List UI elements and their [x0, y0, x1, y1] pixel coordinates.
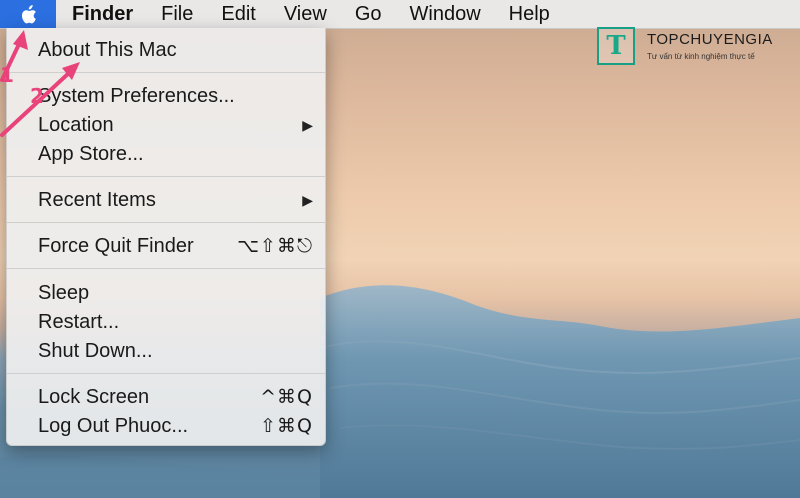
menu-item-app-store[interactable]: App Store...	[7, 140, 325, 168]
keyboard-shortcut: ⇧⌘Q	[260, 415, 313, 437]
menu-separator	[7, 176, 325, 177]
menu-item-label: Location	[38, 113, 114, 136]
logo-tagline: Tư vấn từ kinh nghiệm thực tế	[647, 52, 755, 61]
logo-mark: T	[597, 27, 635, 65]
menu-separator	[7, 268, 325, 269]
menu-view[interactable]: View	[270, 0, 341, 28]
apple-menu-button[interactable]	[0, 0, 56, 28]
menu-item-restart[interactable]: Restart...	[7, 308, 325, 336]
logo-brand: TOPCHUYENGIA	[647, 31, 773, 48]
annotation-step-1: 1	[0, 63, 14, 87]
menu-item-about-this-mac[interactable]: About This Mac	[7, 36, 325, 64]
menu-item-label: Shut Down...	[38, 339, 153, 362]
menu-item-recent-items[interactable]: Recent Items ▶	[7, 186, 325, 214]
keyboard-shortcut: ^⌘Q	[260, 386, 313, 408]
apple-icon	[21, 4, 36, 23]
menu-item-force-quit[interactable]: Force Quit Finder ⌥⇧⌘⎋	[7, 232, 325, 260]
annotation-step-2: 2	[30, 84, 44, 108]
menu-separator	[7, 222, 325, 223]
menu-item-lock-screen[interactable]: Lock Screen ^⌘Q	[7, 383, 325, 411]
menu-item-shut-down[interactable]: Shut Down...	[7, 337, 325, 365]
menu-item-sleep[interactable]: Sleep	[7, 279, 325, 307]
menu-item-system-preferences[interactable]: System Preferences...	[7, 82, 325, 110]
menu-item-log-out[interactable]: Log Out Phuoc... ⇧⌘Q	[7, 412, 325, 440]
menu-help[interactable]: Help	[495, 0, 564, 28]
apple-dropdown-menu: About This Mac System Preferences... Loc…	[6, 28, 326, 446]
menu-item-label: App Store...	[38, 142, 144, 165]
menu-go[interactable]: Go	[341, 0, 396, 28]
menu-item-label: Restart...	[38, 310, 120, 333]
menu-item-label: Recent Items	[38, 188, 156, 211]
menu-separator	[7, 373, 325, 374]
menu-window[interactable]: Window	[396, 0, 495, 28]
menu-edit[interactable]: Edit	[207, 0, 269, 28]
menu-item-location[interactable]: Location ▶	[7, 111, 325, 139]
menu-item-label: About This Mac	[38, 38, 177, 61]
submenu-arrow-icon: ▶	[302, 191, 313, 208]
menu-item-label: Log Out Phuoc...	[38, 414, 189, 437]
submenu-arrow-icon: ▶	[302, 116, 313, 133]
keyboard-shortcut: ⌥⇧⌘⎋	[237, 235, 313, 257]
menu-item-label: Lock Screen	[38, 385, 150, 408]
menu-item-label: System Preferences...	[38, 84, 235, 107]
watermark-logo: T TOPCHUYENGIA Tư vấn từ kinh nghiệm thự…	[597, 23, 787, 69]
menu-item-label: Sleep	[38, 281, 90, 304]
menu-finder[interactable]: Finder	[56, 0, 147, 28]
menu-file[interactable]: File	[147, 0, 207, 28]
menu-item-label: Force Quit Finder	[38, 234, 194, 257]
menu-separator	[7, 72, 325, 73]
